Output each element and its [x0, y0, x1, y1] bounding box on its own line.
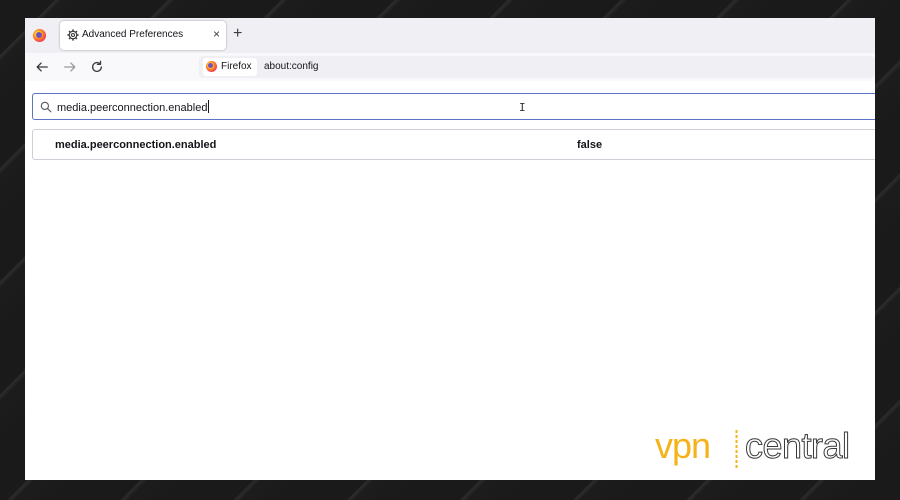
search-icon	[40, 101, 52, 113]
close-tab-icon[interactable]: ×	[213, 27, 220, 41]
watermark-vpn-text: vpn	[655, 425, 711, 466]
tab-advanced-preferences[interactable]: Advanced Preferences ×	[60, 21, 226, 50]
watermark-central-text: central	[745, 425, 851, 467]
firefox-icon	[206, 61, 217, 72]
url-text[interactable]: about:config	[264, 61, 319, 72]
preference-row[interactable]: media.peerconnection.enabled false	[32, 129, 875, 160]
search-value: media.peerconnection.enabled	[57, 100, 210, 114]
browser-window: Advanced Preferences × + Firefox about:c…	[25, 18, 875, 480]
gear-icon	[67, 29, 79, 41]
tab-title: Advanced Preferences	[82, 29, 184, 40]
preference-name: media.peerconnection.enabled	[55, 139, 217, 151]
firefox-view-icon[interactable]	[33, 29, 46, 42]
arrow-left-icon[interactable]	[35, 60, 49, 74]
url-bar[interactable]: Firefox about:config	[199, 56, 875, 78]
text-caret	[208, 100, 210, 113]
tab-strip: Advanced Preferences × +	[25, 18, 875, 53]
preference-search-input[interactable]: media.peerconnection.enabled I	[32, 93, 875, 120]
identity-label: Firefox	[221, 61, 252, 72]
new-tab-button[interactable]: +	[233, 24, 242, 44]
navigation-toolbar: Firefox about:config	[25, 53, 875, 81]
identity-box[interactable]: Firefox	[203, 58, 257, 76]
arrow-right-icon[interactable]	[63, 60, 77, 74]
reload-icon[interactable]	[90, 60, 104, 74]
preference-value[interactable]: false	[577, 139, 602, 151]
vpncentral-watermark-logo: vpn central	[655, 424, 885, 476]
text-cursor-icon: I	[519, 101, 526, 114]
watermark-separator-icon	[735, 430, 738, 468]
